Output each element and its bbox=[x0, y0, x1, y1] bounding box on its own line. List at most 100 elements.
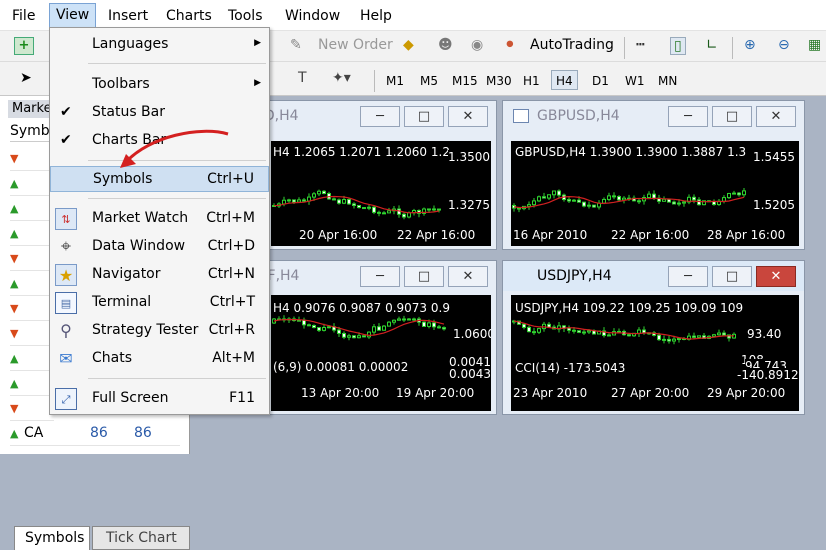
candle-body bbox=[667, 198, 671, 203]
price-chart[interactable]: H4 1.2065 1.2071 1.2060 1.2 1.3500 1.327… bbox=[271, 141, 491, 246]
menu-insert[interactable]: Insert bbox=[108, 7, 148, 27]
autotrading-button[interactable]: AutoTrading bbox=[530, 37, 614, 53]
tf-d1[interactable]: D1 bbox=[588, 71, 613, 91]
maximize-button[interactable]: □ bbox=[404, 266, 444, 287]
tile-windows-icon[interactable]: ▦ bbox=[808, 37, 821, 53]
menu-tools[interactable]: Tools bbox=[228, 7, 263, 27]
candle-body bbox=[592, 204, 596, 208]
price-up-arrow-icon: ▲ bbox=[10, 377, 19, 390]
news-icon[interactable]: ◉ bbox=[471, 37, 483, 53]
table-row[interactable]: ▲GBPUSD bbox=[10, 171, 54, 196]
candle-body bbox=[347, 199, 351, 205]
table-row[interactable]: ▼GBPCHF bbox=[10, 396, 54, 421]
zoom-out-icon[interactable]: ⊖ bbox=[778, 37, 790, 53]
menu-view[interactable]: View bbox=[49, 3, 97, 28]
minimize-button[interactable]: ─ bbox=[668, 266, 708, 287]
menu-item-navigator[interactable]: ★ Navigator Ctrl+N bbox=[50, 262, 269, 288]
close-button[interactable]: ✕ bbox=[448, 266, 488, 287]
table-row[interactable]: ▲EURUSD bbox=[10, 196, 54, 221]
menu-item-terminal[interactable]: ▤ Terminal Ctrl+T bbox=[50, 290, 269, 316]
candle-body bbox=[407, 318, 411, 321]
checkmark-icon: ✔ bbox=[60, 104, 72, 120]
price-label-high: 1.0600 bbox=[453, 327, 491, 341]
maximize-button[interactable]: □ bbox=[712, 266, 752, 287]
tf-w1[interactable]: W1 bbox=[621, 71, 649, 91]
table-row[interactable]: ▼EURAUD bbox=[10, 321, 54, 346]
price-chart[interactable]: GBPUSD,H4 1.3900 1.3900 1.3887 1.3 1.545… bbox=[511, 141, 799, 246]
price-chart[interactable]: USDJPY,H4 109.22 109.25 109.09 109 93.40… bbox=[511, 295, 799, 411]
date-label: 13 Apr 20:00 bbox=[301, 386, 380, 400]
tf-mn[interactable]: MN bbox=[654, 71, 681, 91]
menu-item-shortcut: Ctrl+N bbox=[207, 266, 255, 282]
new-order-icon[interactable]: ✎ bbox=[290, 37, 302, 53]
minimize-button[interactable]: ─ bbox=[668, 106, 708, 127]
menu-item-chats[interactable]: ✉ Chats Alt+M bbox=[50, 346, 269, 372]
candle-body bbox=[677, 202, 681, 205]
tab-symbols[interactable]: Symbols bbox=[14, 526, 90, 550]
table-row[interactable]: ▲EURCHF bbox=[10, 346, 54, 371]
table-row[interactable]: ▼USDCAD bbox=[10, 246, 54, 271]
arrows-dropdown-icon[interactable]: ✦▾ bbox=[332, 70, 351, 86]
bar-chart-icon[interactable]: ┅ bbox=[636, 37, 644, 53]
table-row[interactable]: ▲ CA 86 86 bbox=[10, 421, 180, 446]
menu-window[interactable]: Window bbox=[285, 7, 340, 27]
tf-h4[interactable]: H4 bbox=[551, 70, 578, 90]
gold-bars-icon[interactable]: ◆ bbox=[403, 37, 414, 53]
close-button[interactable]: ✕ bbox=[756, 266, 796, 287]
autotrading-icon[interactable]: ⚫ bbox=[504, 37, 516, 53]
candle-body bbox=[607, 195, 611, 200]
zoom-in-icon[interactable]: ⊕ bbox=[744, 37, 756, 53]
minimize-button[interactable]: ─ bbox=[360, 106, 400, 127]
candle-body bbox=[327, 326, 331, 329]
table-row[interactable]: ▼EURGBP bbox=[10, 296, 54, 321]
new-chart-icon[interactable]: + bbox=[14, 37, 34, 55]
table-row[interactable]: ▼USDCHF bbox=[10, 146, 54, 171]
chart-window-gbpusd[interactable]: GBPUSD,H4 ─ □ ✕ GBPUSD,H4 1.3900 1.3900 … bbox=[502, 100, 805, 250]
candle-body bbox=[397, 318, 401, 321]
table-row[interactable]: ▲EURJPY bbox=[10, 371, 54, 396]
candle-body bbox=[567, 199, 571, 202]
tf-m15[interactable]: M15 bbox=[448, 71, 482, 91]
candle-body bbox=[412, 318, 416, 321]
cci-indicator-label: CCI(14) -173.5043 bbox=[515, 361, 626, 375]
line-chart-icon[interactable]: ∟ bbox=[706, 37, 718, 53]
minimize-button[interactable]: ─ bbox=[360, 266, 400, 287]
menu-item-languages[interactable]: Languages ▶ bbox=[50, 32, 269, 58]
close-button[interactable]: ✕ bbox=[756, 106, 796, 127]
tf-m5[interactable]: M5 bbox=[416, 71, 442, 91]
table-row[interactable]: ▲AUDUSD bbox=[10, 271, 54, 296]
magnifier-icon: ⚲ bbox=[60, 321, 72, 340]
text-label-icon[interactable]: T bbox=[298, 70, 307, 86]
price-down-arrow-icon: ▼ bbox=[10, 327, 19, 340]
menu-item-label: Market Watch bbox=[92, 210, 189, 226]
table-row[interactable]: ▲USDJPY bbox=[10, 221, 54, 246]
menu-item-toolbars[interactable]: Toolbars ▶ bbox=[50, 72, 269, 98]
candlestick-icon[interactable]: ▯ bbox=[670, 37, 686, 55]
price-chart[interactable]: H4 0.9076 0.9087 0.9073 0.9 1.0600 (6,9)… bbox=[271, 295, 491, 411]
cursor-icon[interactable]: ➤ bbox=[20, 70, 32, 86]
maximize-button[interactable]: □ bbox=[712, 106, 752, 127]
tf-m30[interactable]: M30 bbox=[482, 71, 516, 91]
menu-item-shortcut: Ctrl+T bbox=[209, 294, 255, 310]
menu-item-label: Chats bbox=[92, 350, 133, 366]
tf-h1[interactable]: H1 bbox=[519, 71, 544, 91]
menu-item-full-screen[interactable]: ⤢ Full Screen F11 bbox=[50, 386, 269, 412]
symbol-column-header[interactable]: Symbol bbox=[10, 120, 54, 142]
candle-body bbox=[432, 208, 436, 211]
menu-item-data-window[interactable]: ⌖ Data Window Ctrl+D bbox=[50, 234, 269, 260]
menu-help[interactable]: Help bbox=[360, 7, 392, 27]
candle-body bbox=[612, 195, 616, 198]
menu-file[interactable]: File bbox=[12, 7, 35, 27]
close-button[interactable]: ✕ bbox=[448, 106, 488, 127]
menu-item-market-watch[interactable]: ⇅ Market Watch Ctrl+M bbox=[50, 206, 269, 232]
new-order-button[interactable]: New Order bbox=[318, 37, 393, 53]
signals-icon[interactable]: ☻ bbox=[438, 37, 453, 53]
chart-window-usdjpy[interactable]: USDJPY,H4 ─ □ ✕ USDJPY,H4 109.22 109.25 … bbox=[502, 260, 805, 415]
menu-charts[interactable]: Charts bbox=[166, 7, 212, 27]
tab-tick-chart[interactable]: Tick Chart bbox=[92, 526, 190, 550]
menu-item-label: Navigator bbox=[92, 266, 161, 282]
menu-item-strategy-tester[interactable]: ⚲ Strategy Tester Ctrl+R bbox=[50, 318, 269, 344]
tf-m1[interactable]: M1 bbox=[382, 71, 408, 91]
menu-item-status-bar[interactable]: ✔ Status Bar bbox=[50, 100, 269, 126]
maximize-button[interactable]: □ bbox=[404, 106, 444, 127]
